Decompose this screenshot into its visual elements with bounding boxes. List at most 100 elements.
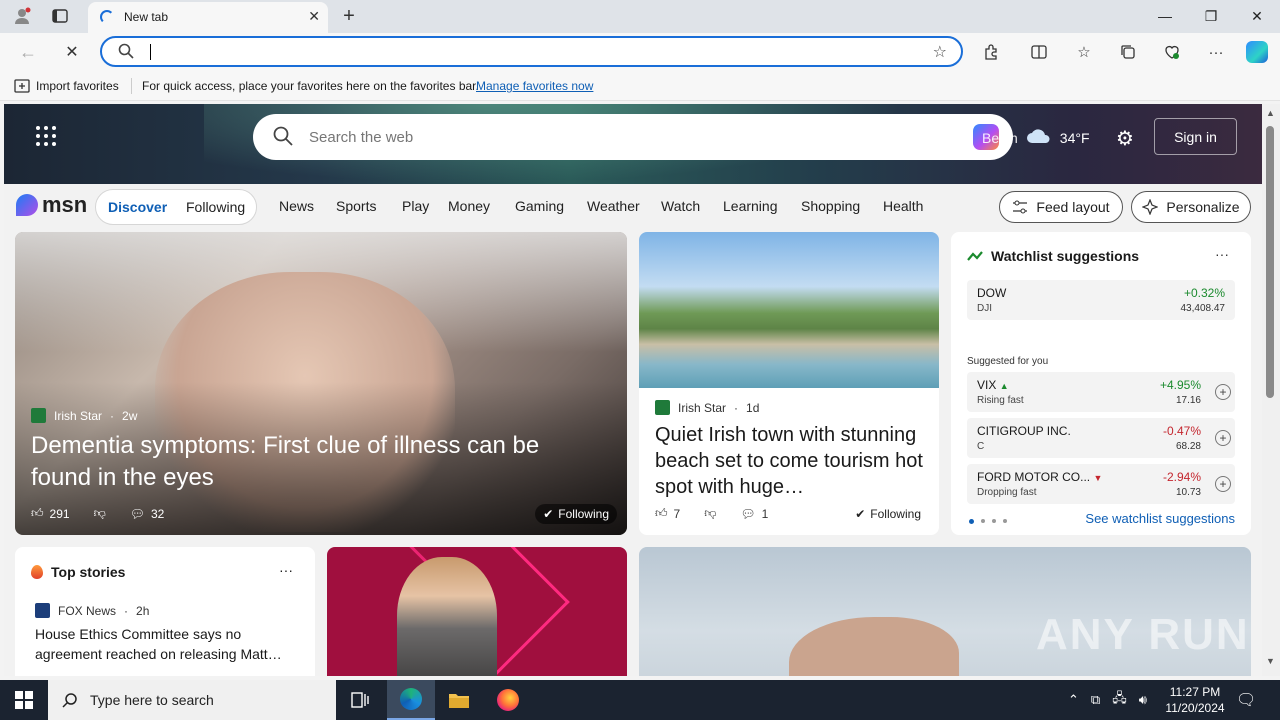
task-view-icon[interactable] (336, 680, 384, 720)
tab-actions-icon[interactable] (48, 5, 72, 27)
file-explorer-icon[interactable] (435, 680, 483, 720)
new-tab-icon[interactable]: + (337, 5, 361, 27)
stock-row[interactable]: FORD MOTOR CO... ▼ Dropping fast -2.94% … (967, 464, 1235, 504)
import-favorites-button[interactable]: Import favorites (14, 79, 119, 93)
windows-logo-icon (15, 691, 33, 709)
clock[interactable]: 11:27 PM 11/20/2024 (1160, 684, 1230, 716)
see-watchlist-link[interactable]: See watchlist suggestions (1085, 511, 1235, 526)
web-search-box[interactable]: Search the web (253, 114, 1013, 160)
scroll-down-icon[interactable]: ▼ (1266, 656, 1275, 666)
clock-time: 11:27 PM (1169, 685, 1221, 699)
article-card-dementia[interactable]: Irish Star · 2w Dementia symptoms: First… (15, 232, 627, 535)
following-chip[interactable]: ✔ Following (847, 504, 929, 524)
taskbar-search[interactable]: Type here to search (48, 680, 336, 720)
nav-money[interactable]: Money (448, 198, 490, 214)
stock-change: -2.94% (1162, 470, 1201, 484)
watchlist-card: Watchlist suggestions ··· DOW DJI +0.32%… (951, 232, 1251, 535)
fox-news-logo-icon (35, 603, 50, 618)
top-stories-header: Top stories (31, 564, 125, 580)
minimize-button[interactable]: — (1142, 0, 1188, 32)
article-age: 2w (122, 408, 138, 423)
close-tab-icon[interactable]: ✕ (308, 8, 320, 25)
feed-layout-button[interactable]: Feed layout (999, 191, 1123, 223)
add-to-watchlist-icon[interactable]: + (1215, 430, 1231, 446)
collections-icon[interactable] (1115, 39, 1141, 65)
manage-favorites-link[interactable]: Manage favorites now (476, 79, 593, 93)
nav-shopping[interactable]: Shopping (801, 198, 860, 214)
page-scrollbar[interactable]: ▲ ▼ (1262, 104, 1280, 676)
settings-more-icon[interactable]: ··· (1203, 39, 1229, 65)
sign-in-button[interactable]: Sign in (1154, 118, 1237, 155)
add-to-watchlist-icon[interactable]: + (1215, 476, 1231, 492)
nav-gaming[interactable]: Gaming (515, 198, 564, 214)
stock-row[interactable]: DOW DJI +0.32% 43,408.47 (967, 280, 1235, 320)
stock-change: +0.32% (1183, 286, 1225, 300)
nav-learning[interactable]: Learning (723, 198, 778, 214)
dislike-icon[interactable]: 👎︎ (704, 506, 716, 521)
scroll-up-icon[interactable]: ▲ (1266, 108, 1275, 118)
close-window-button[interactable]: ✕ (1234, 0, 1280, 32)
stock-row[interactable]: VIX ▲ Rising fast +4.95% 17.16 + (967, 372, 1235, 412)
nav-play[interactable]: Play (402, 198, 429, 214)
meet-now-icon[interactable]: ⧉ (1091, 692, 1100, 708)
suggested-label: Suggested for you (967, 356, 1049, 367)
dislike-icon[interactable]: 👎︎ (94, 506, 106, 521)
promo-card[interactable] (327, 547, 627, 676)
split-screen-icon[interactable] (1026, 39, 1052, 65)
more-options-icon[interactable]: ··· (1215, 246, 1229, 262)
stock-price: 10.73 (1175, 487, 1201, 498)
nav-health[interactable]: Health (883, 198, 923, 214)
cloud-icon (1026, 128, 1052, 147)
like-icon[interactable]: 👍︎ (31, 506, 44, 521)
nav-news[interactable]: News (279, 198, 314, 214)
volume-icon[interactable]: 🔊︎ (1139, 692, 1147, 708)
article-card-irish-town[interactable]: Irish Star · 1d Quiet Irish town with st… (639, 232, 939, 535)
copilot-icon[interactable] (1244, 39, 1270, 65)
following-label: Following (558, 507, 609, 521)
start-button[interactable] (0, 680, 48, 720)
tray-overflow-icon[interactable]: ⌃ (1068, 692, 1079, 708)
add-to-watchlist-icon[interactable]: + (1215, 384, 1231, 400)
personalize-button[interactable]: Personalize (1131, 191, 1251, 223)
like-icon[interactable]: 👍︎ (655, 506, 668, 521)
msn-logo[interactable]: msn (16, 192, 87, 218)
nav-weather[interactable]: Weather (587, 198, 640, 214)
favorites-hint: For quick access, place your favorites h… (142, 79, 479, 93)
address-bar[interactable]: ☆ (100, 36, 963, 67)
article-headline[interactable]: House Ethics Committee says no agreement… (35, 624, 291, 664)
favorites-bar: Import favorites For quick access, place… (0, 71, 1280, 101)
source-name: Irish Star (678, 400, 727, 415)
nav-sports[interactable]: Sports (336, 198, 376, 214)
comment-icon[interactable]: 💬︎ (130, 507, 145, 521)
stock-row[interactable]: CITIGROUP INC. C -0.47% 68.28 + (967, 418, 1235, 458)
nav-watch[interactable]: Watch (661, 198, 700, 214)
following-chip[interactable]: ✔ Following (535, 504, 617, 524)
stop-loading-button[interactable]: ✕ (58, 39, 86, 65)
carousel-pager[interactable] (969, 519, 1007, 524)
restore-button[interactable]: ❐ (1188, 0, 1234, 32)
notifications-icon[interactable]: 🗨︎ (1236, 690, 1256, 710)
stock-price: 43,408.47 (1180, 303, 1226, 314)
browser-essentials-icon[interactable] (1159, 39, 1185, 65)
extensions-icon[interactable] (978, 39, 1004, 65)
profile-icon[interactable] (10, 5, 34, 27)
comment-icon[interactable]: 💬︎ (740, 507, 755, 521)
apps-grid-icon[interactable] (36, 126, 60, 150)
tab-new-tab[interactable]: New tab ✕ (88, 2, 328, 33)
article-headline[interactable]: Quiet Irish town with stunning beach set… (655, 422, 927, 500)
favorites-icon[interactable]: ☆ (1071, 39, 1097, 65)
stock-symbol: CITIGROUP INC. (977, 424, 1071, 438)
back-button[interactable]: ← (14, 39, 42, 65)
scrollbar-thumb[interactable] (1266, 126, 1274, 398)
edge-taskbar-icon[interactable] (387, 680, 435, 720)
article-headline[interactable]: Dementia symptoms: First clue of illness… (31, 430, 591, 494)
favorite-star-icon[interactable]: ☆ (933, 42, 947, 62)
more-options-icon[interactable]: ··· (279, 562, 293, 578)
weather-widget[interactable]: Berlin 34°F (982, 128, 1090, 147)
tab-following[interactable]: Following (186, 199, 245, 215)
firefox-icon[interactable] (484, 680, 532, 720)
page-settings-gear-icon[interactable]: ⚙ (1116, 126, 1134, 151)
tab-discover[interactable]: Discover (108, 199, 167, 215)
network-icon[interactable]: 🖧︎ (1112, 689, 1127, 711)
taskbar: Type here to search ⌃ ⧉ 🖧︎ 🔊︎ 11:27 PM 1… (0, 680, 1280, 720)
